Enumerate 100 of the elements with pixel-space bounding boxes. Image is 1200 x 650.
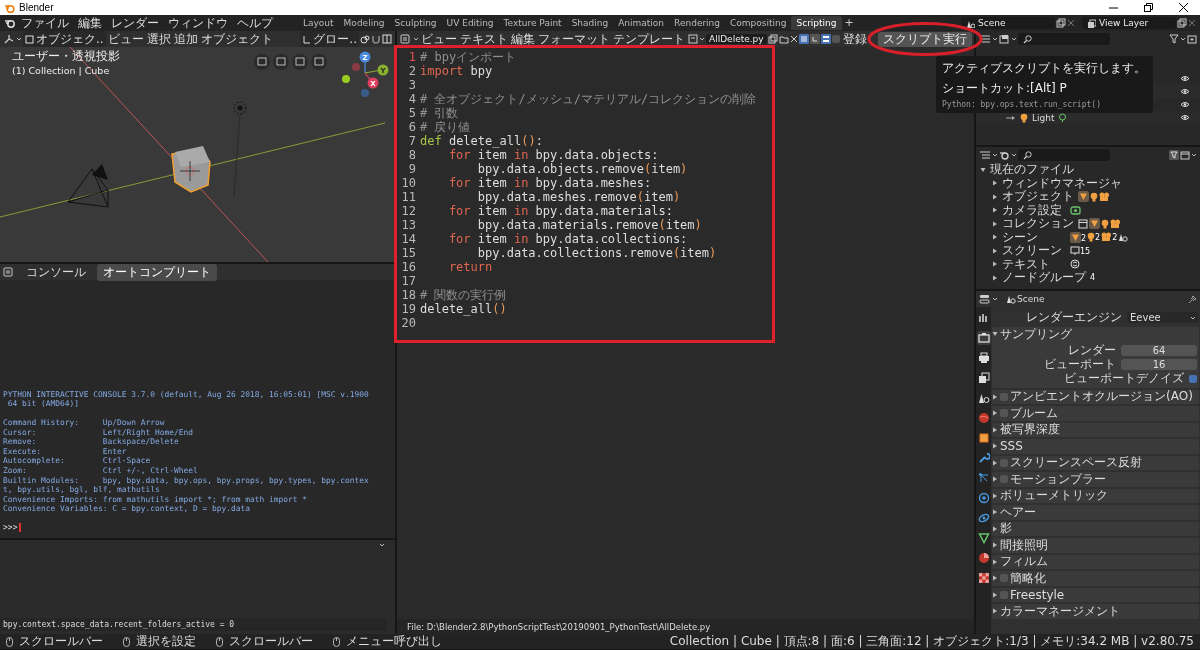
blender-logo-icon[interactable] (4, 18, 16, 28)
outliner-item[interactable]: Light (1032, 112, 1055, 123)
register-checkbox[interactable] (831, 35, 840, 43)
menu-item[interactable]: テキスト (459, 32, 509, 46)
checker-icon[interactable] (976, 571, 991, 585)
archive-icon[interactable] (1180, 150, 1190, 160)
text-file-icon[interactable] (688, 34, 698, 44)
disclosure-triangle-icon[interactable] (992, 575, 998, 582)
workspace-tab[interactable]: Sculpting (389, 16, 442, 30)
disclosure-triangle-icon[interactable] (992, 542, 998, 549)
outliner-type-icon[interactable] (979, 34, 991, 44)
editor-type-icon[interactable] (3, 267, 15, 277)
syntax-icon[interactable] (820, 34, 831, 44)
disclosure-triangle-icon[interactable] (992, 234, 998, 241)
pivot-icon[interactable] (360, 34, 370, 44)
disclosure-triangle-icon[interactable] (992, 476, 998, 483)
disclosure-triangle-icon[interactable] (992, 591, 998, 598)
disclosure-triangle-icon[interactable] (992, 426, 998, 433)
panel-checkbox[interactable] (1000, 574, 1008, 583)
caret-icon[interactable] (16, 36, 22, 42)
disclosure-triangle-icon[interactable] (992, 558, 998, 565)
disclosure-triangle-icon[interactable] (992, 525, 998, 532)
viewport-type-icon[interactable] (3, 34, 15, 44)
workspace-tab[interactable]: Layout (298, 16, 339, 30)
properties-type-icon[interactable] (979, 294, 991, 304)
particles-icon[interactable] (976, 471, 991, 485)
disclosure-triangle-icon[interactable] (992, 443, 998, 450)
disclosure-triangle-icon[interactable] (992, 274, 998, 281)
workspace-tab[interactable]: Modeling (338, 16, 390, 30)
disclosure-triangle-icon[interactable] (992, 492, 998, 499)
number-field[interactable]: 64 (1121, 345, 1197, 356)
caret-icon[interactable] (699, 36, 705, 42)
disclosure-triangle-icon[interactable] (992, 410, 998, 417)
render-engine-dropdown[interactable]: Eevee (1127, 312, 1199, 323)
menu-item[interactable]: ファイル (17, 16, 73, 30)
view-layer-selector[interactable]: View Layer (1082, 17, 1176, 29)
caret-icon[interactable] (1011, 36, 1017, 42)
panel-checkbox[interactable] (1000, 458, 1008, 467)
menu-item[interactable]: 編集 (74, 16, 106, 30)
panel-header[interactable]: 影 (1000, 520, 1012, 538)
disclosure-triangle-icon[interactable] (980, 166, 986, 173)
menu-item[interactable]: 編集 (510, 32, 536, 46)
line-numbers-icon[interactable] (798, 34, 809, 44)
search-icon[interactable] (1023, 34, 1032, 44)
panel-checkbox[interactable] (1000, 475, 1008, 484)
images-icon[interactable] (976, 371, 991, 385)
layers-icon[interactable] (1087, 18, 1096, 28)
orbit-icon[interactable] (976, 491, 991, 505)
caret-icon[interactable] (992, 296, 998, 302)
menu-item[interactable]: ビュー (106, 32, 145, 46)
outliner-type-icon[interactable] (979, 150, 991, 160)
disclosure-triangle-icon[interactable] (992, 393, 998, 400)
menu-item[interactable]: オブジェクト (199, 32, 274, 46)
eye-icon[interactable] (1180, 75, 1190, 82)
editor-type-icon[interactable] (400, 34, 412, 44)
panel-header[interactable]: サンプリング (1000, 325, 1072, 343)
printer-icon[interactable] (976, 351, 991, 365)
menu-item[interactable]: フォーマット (537, 32, 611, 46)
disclosure-triangle-icon[interactable] (992, 180, 998, 187)
menu-item[interactable]: ウィンドウ (164, 16, 232, 30)
menu-item[interactable]: 追加 (172, 32, 199, 46)
caret-icon[interactable] (1190, 314, 1196, 321)
eye-icon[interactable] (1180, 101, 1190, 108)
menu-item[interactable]: 選択 (145, 32, 172, 46)
scene-icon[interactable] (976, 391, 991, 405)
duplicate-icon[interactable] (1056, 18, 1066, 28)
word-wrap-icon[interactable] (809, 34, 820, 44)
tree-item[interactable]: 現在のファイル (990, 161, 1074, 179)
menu-item[interactable]: テンプレート (612, 32, 686, 46)
caret-icon[interactable] (379, 542, 385, 548)
disclosure-triangle-icon[interactable] (992, 509, 998, 516)
caret-icon[interactable] (413, 36, 419, 42)
link-icon[interactable] (976, 511, 991, 525)
object-mode-icon[interactable] (25, 34, 34, 44)
pin-icon[interactable] (1188, 294, 1197, 304)
eye-icon[interactable] (1180, 88, 1190, 95)
run-script-button[interactable]: スクリプト実行 (877, 31, 972, 47)
disclosure-triangle-icon[interactable] (992, 207, 998, 214)
caret-icon[interactable] (992, 152, 998, 158)
new-collection-icon[interactable] (1187, 34, 1197, 44)
workspace-tab[interactable]: UV Editing (441, 16, 499, 30)
globe-icon[interactable] (976, 411, 991, 425)
disclosure-triangle-icon[interactable] (992, 193, 998, 200)
search-field[interactable] (1018, 33, 1110, 45)
panel-checkbox[interactable] (1000, 590, 1008, 599)
triangle-icon[interactable] (976, 531, 991, 545)
menu-item[interactable]: レンダー (107, 16, 163, 30)
sphere-icon[interactable] (976, 551, 991, 565)
disclosure-triangle-icon[interactable] (992, 459, 998, 466)
axes-icon[interactable] (302, 34, 312, 44)
add-workspace-button[interactable]: + (841, 16, 857, 30)
disclosure-triangle-icon[interactable] (992, 608, 998, 615)
disclosure-triangle-icon[interactable] (992, 261, 998, 268)
file-name-field[interactable]: AllDelete.py (706, 34, 767, 44)
workspace-tab[interactable]: Compositing (725, 16, 792, 30)
console-tab[interactable]: オートコンプリート (97, 263, 217, 281)
duplicate-icon[interactable] (767, 34, 778, 44)
magnet-icon[interactable] (371, 34, 381, 44)
disclosure-triangle-icon[interactable] (992, 331, 998, 338)
eye-icon[interactable] (1180, 114, 1190, 121)
